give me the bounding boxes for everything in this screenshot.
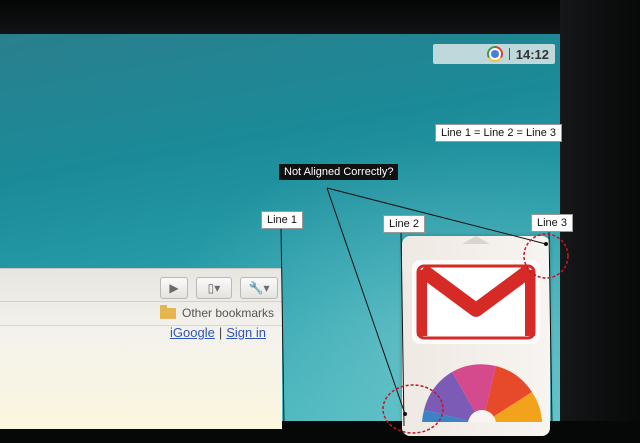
pointer-line-to-line-3 — [326, 187, 547, 245]
line-1-label: Line 1 — [261, 211, 303, 229]
equality-note-label: Line 1 = Line 2 = Line 3 — [435, 124, 562, 142]
line-2-stroke — [400, 229, 405, 427]
misalignment-circle-bottom — [382, 384, 444, 434]
line-3-stroke — [548, 229, 553, 427]
line-2-label: Line 2 — [383, 215, 425, 233]
misalignment-circle-top — [523, 233, 569, 279]
question-label: Not Aligned Correctly? — [279, 164, 399, 180]
line-3-label: Line 3 — [531, 214, 573, 232]
line-1-stroke — [280, 225, 285, 427]
line-2-marker — [403, 412, 407, 416]
line-3-marker — [544, 242, 548, 246]
